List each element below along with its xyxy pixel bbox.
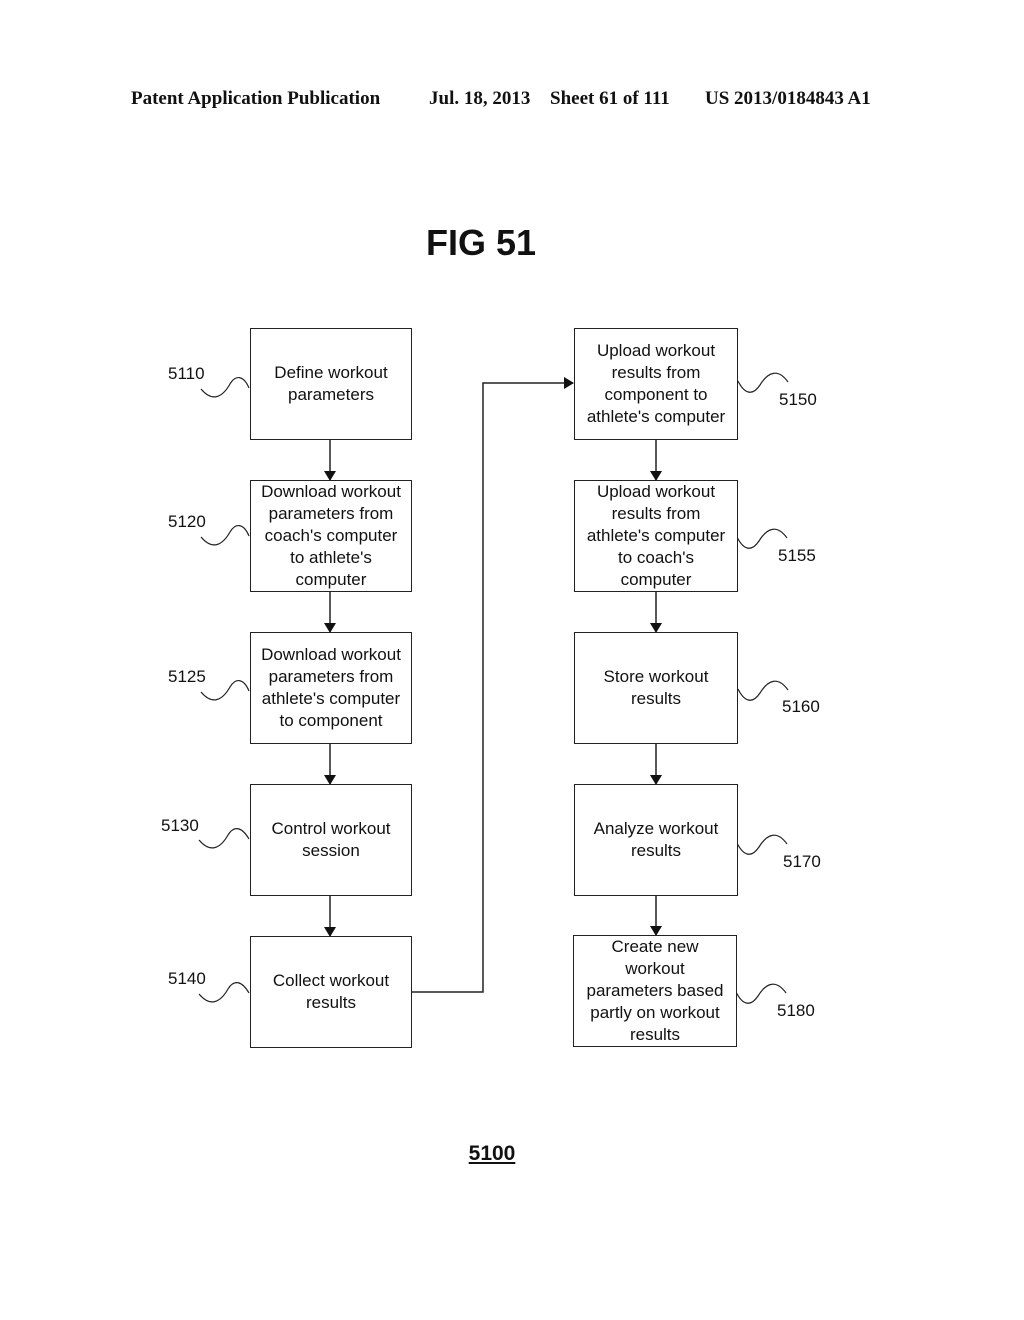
leader-5120 <box>200 525 250 546</box>
step-text: Analyze workout results <box>593 819 719 860</box>
leader-5125 <box>200 680 250 701</box>
step-box-5125: Download workout parameters from athlete… <box>250 632 412 744</box>
step-box-5110: Define workout parameters <box>250 328 412 440</box>
ref-label-5180: 5180 <box>777 1001 815 1020</box>
ref-label-5130: 5130 <box>161 816 199 835</box>
step-text: Download workout parameters from coach's… <box>261 482 401 589</box>
ref-label-5150: 5150 <box>779 390 817 409</box>
ref-label-5170: 5170 <box>783 852 821 871</box>
ref-label-5160: 5160 <box>782 697 820 716</box>
step-box-5160: Store workout results <box>574 632 738 744</box>
step-text: Upload workout results from athlete's co… <box>586 482 726 589</box>
step-text: Upload workout results from component to… <box>586 341 726 426</box>
leader-5130 <box>198 828 250 849</box>
ref-label-5120: 5120 <box>168 512 206 531</box>
step-box-5180: Create new workout parameters based part… <box>573 935 737 1047</box>
step-box-5120: Download workout parameters from coach's… <box>250 480 412 592</box>
step-text: Store workout results <box>603 667 709 708</box>
step-box-5130: Control workout session <box>250 784 412 896</box>
leader-5140 <box>198 982 250 1003</box>
step-text: Define workout parameters <box>274 363 388 404</box>
arrow-5140-5150 <box>411 377 574 993</box>
step-text: Control workout session <box>271 819 391 860</box>
ref-label-5110: 5110 <box>168 364 205 383</box>
step-box-5140: Collect workout results <box>250 936 412 1048</box>
step-box-5170: Analyze workout results <box>574 784 738 896</box>
connector-lines <box>198 372 789 1004</box>
leader-5110 <box>200 377 250 398</box>
ref-label-5140: 5140 <box>168 969 206 988</box>
step-box-5155: Upload workout results from athlete's co… <box>574 480 738 592</box>
leader-5160 <box>737 680 789 701</box>
ref-label-5125: 5125 <box>168 667 206 686</box>
step-box-5150: Upload workout results from component to… <box>574 328 738 440</box>
leader-5170 <box>736 834 788 855</box>
ref-label-5155: 5155 <box>778 546 816 565</box>
step-text: Collect workout results <box>272 971 390 1012</box>
step-text: Create new workout parameters based part… <box>586 937 724 1044</box>
figure-number: 5100 <box>468 1142 516 1165</box>
step-text: Download workout parameters from athlete… <box>261 645 401 730</box>
